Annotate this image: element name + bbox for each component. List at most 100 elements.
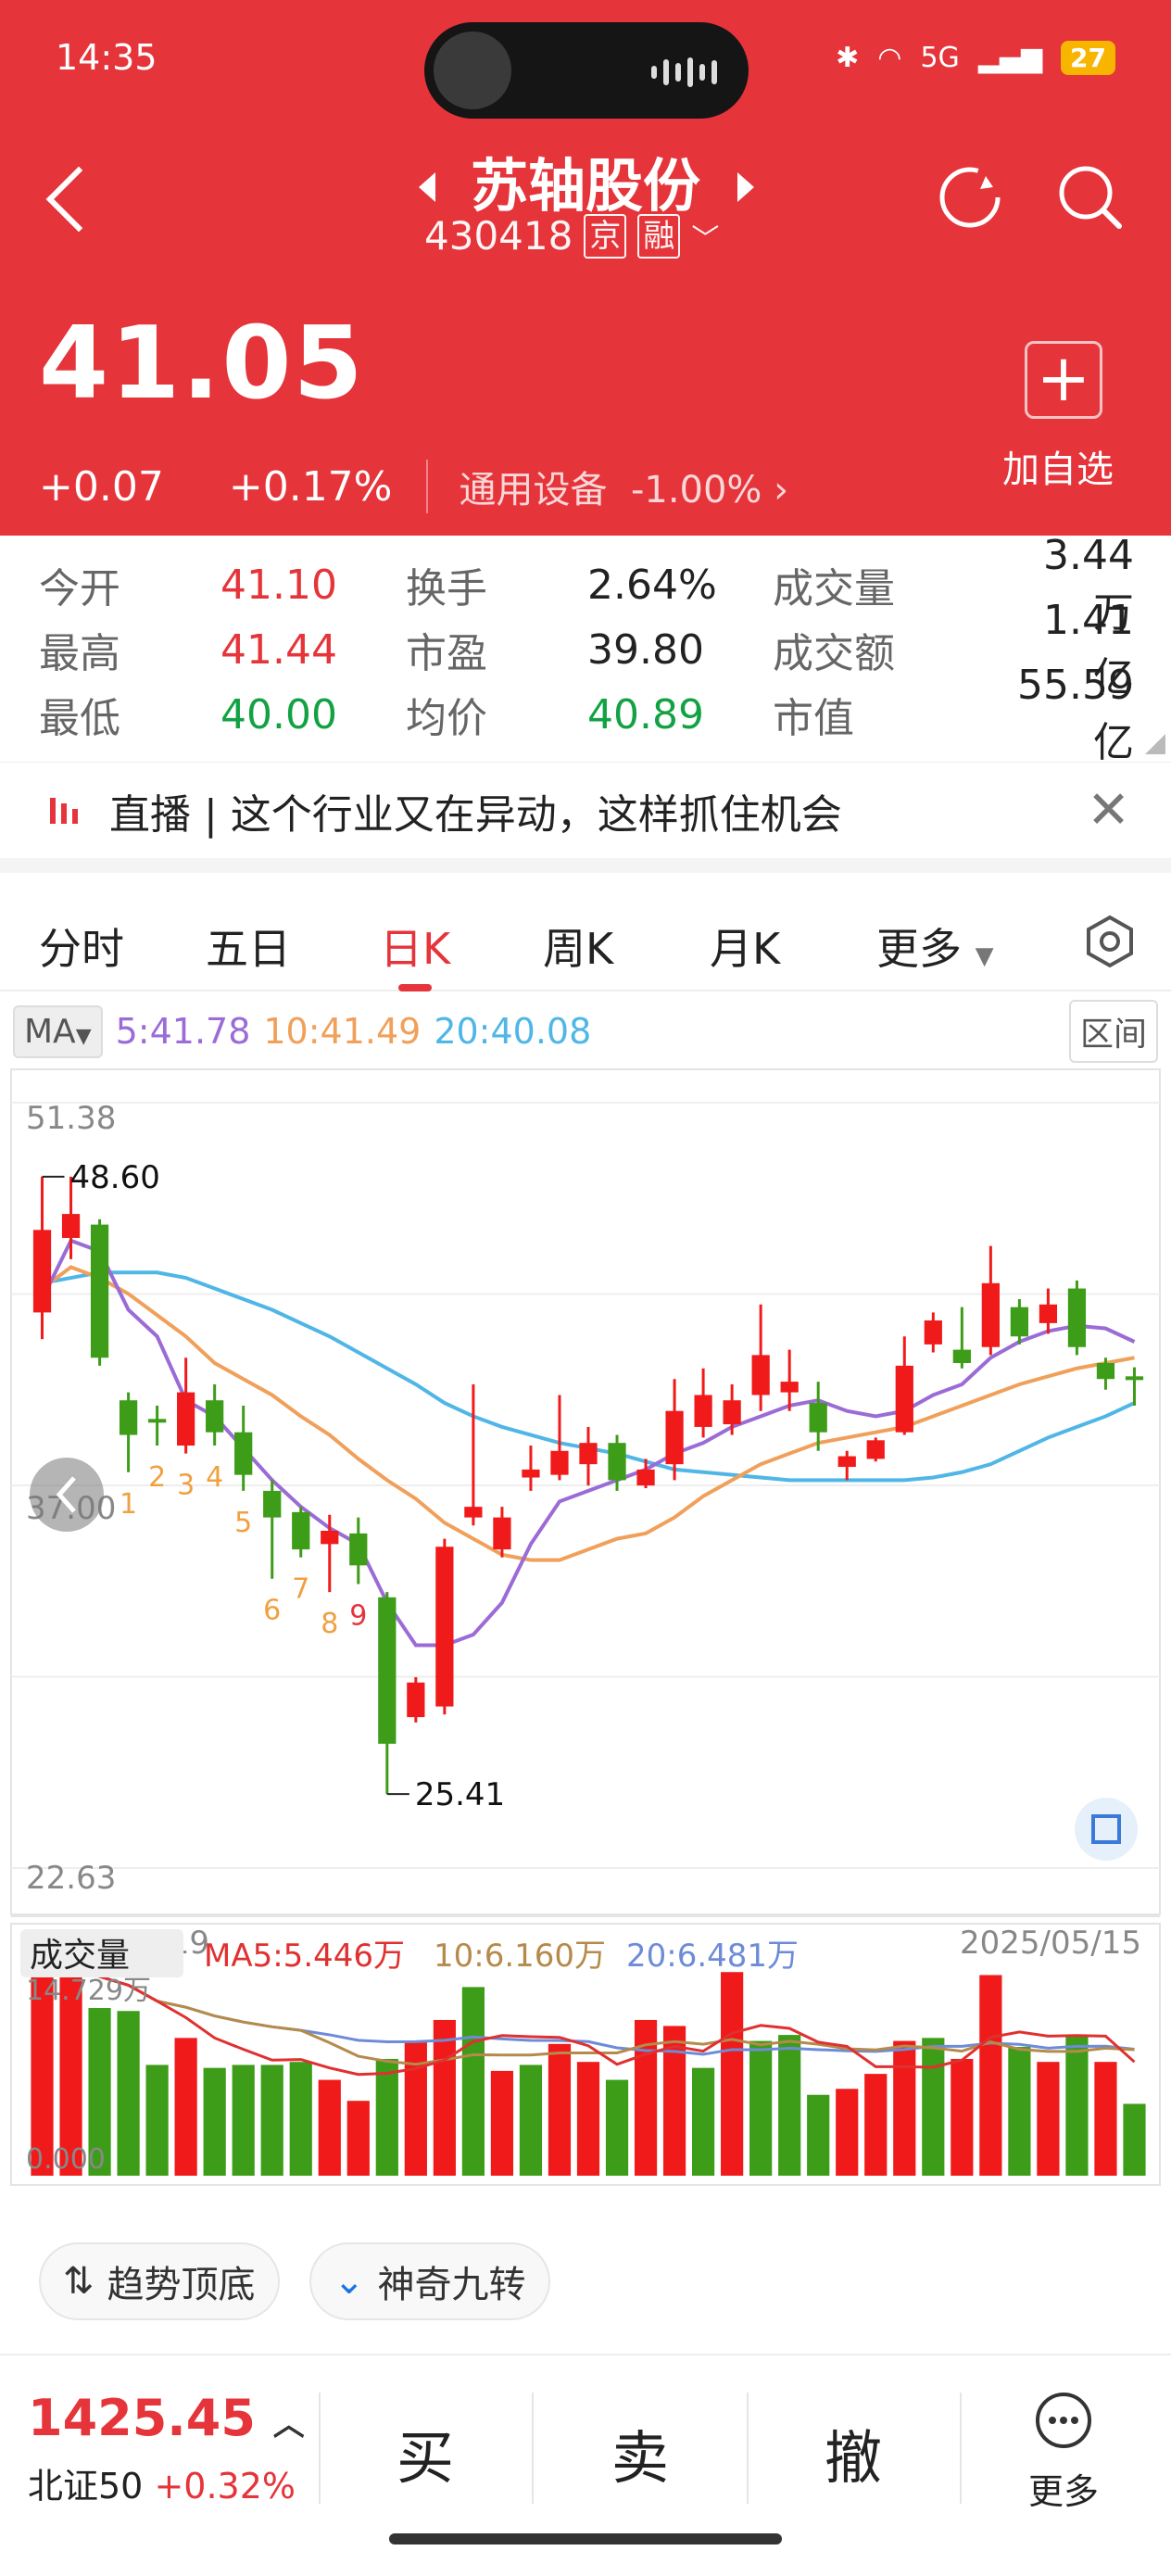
- candle-body: [177, 1392, 195, 1446]
- stock-code: 430418: [424, 213, 573, 259]
- sector-link[interactable]: 通用设备 -1.00% ›: [425, 460, 788, 513]
- volume-bar: [893, 2040, 916, 2176]
- candle-body: [751, 1355, 770, 1395]
- high-label: 48.60: [70, 1159, 160, 1196]
- volume-bar: [778, 2035, 801, 2176]
- volume-bar: [203, 2067, 226, 2176]
- candle-body: [407, 1682, 425, 1718]
- volume-bar: [375, 2058, 398, 2176]
- current-price: 41.05: [39, 306, 365, 422]
- volume-bar: [1123, 2103, 1146, 2176]
- more-label[interactable]: 更多: [1028, 2463, 1099, 2514]
- volume-bar: [979, 1975, 1002, 2176]
- tab-five-day[interactable]: 五日: [206, 915, 291, 977]
- bluetooth-icon: ✱: [836, 42, 860, 74]
- volume-bar: [318, 2079, 341, 2176]
- tab-monthly-k[interactable]: 月K: [710, 915, 780, 977]
- price-change: +0.07: [39, 462, 164, 511]
- volume-bar: [117, 2011, 140, 2176]
- price-change-row: +0.07 +0.17% 通用设备 -1.00% ›: [39, 460, 788, 513]
- quote-label: 市值: [773, 695, 854, 742]
- candle-body: [608, 1443, 626, 1481]
- more-icon[interactable]: [1034, 2391, 1093, 2450]
- fullscreen-button: [1075, 1798, 1138, 1861]
- volume-bar: [1008, 2047, 1031, 2176]
- candle-body: [349, 1533, 368, 1566]
- quote-row: 最高 41.44 市盈 39.80 成交额 1.41亿: [39, 597, 1134, 701]
- active-tab-indicator: [398, 984, 432, 991]
- index-name-row: 北证50 +0.32%: [28, 2466, 296, 2507]
- candle-body: [1010, 1307, 1029, 1337]
- status-time: 14:35: [56, 37, 157, 78]
- settings-icon[interactable]: [1082, 914, 1138, 969]
- refresh-icon[interactable]: [936, 163, 1004, 232]
- quote-value: 40.89: [587, 690, 704, 739]
- volume-bar: [922, 2038, 945, 2176]
- nine-turn-chip[interactable]: ⌄ 神奇九转: [309, 2242, 550, 2320]
- vol-max-label: 14.729万: [26, 1975, 151, 2007]
- candle-body: [579, 1443, 598, 1465]
- volume-bar: [1065, 2035, 1089, 2176]
- quote-row: 今开 41.10 换手 2.64% 成交量 3.44万: [39, 532, 1134, 637]
- stock-code-row[interactable]: 430418 京 融 ﹀: [424, 213, 719, 259]
- index-value[interactable]: 1425.45 ︿: [28, 2389, 305, 2447]
- candle-body: [206, 1400, 224, 1433]
- close-icon[interactable]: ✕: [1087, 780, 1130, 840]
- search-icon[interactable]: [1056, 163, 1125, 232]
- chart-tabs: 分时 五日 日K 周K 月K 更多 ▼: [0, 888, 1171, 991]
- banner-text: 直播 | 这个行业又在异动，这样抓住机会: [109, 790, 842, 839]
- volume-bar: [461, 1987, 485, 2176]
- tab-intraday[interactable]: 分时: [39, 915, 124, 977]
- quote-label: 最高: [39, 630, 120, 677]
- candle-body: [780, 1382, 799, 1393]
- tab-daily-k[interactable]: 日K: [380, 915, 450, 977]
- status-icons: ✱ ◠ 5G ▂▄▆ 27: [836, 41, 1115, 75]
- sell-button[interactable]: 卖: [611, 2411, 669, 2494]
- live-banner[interactable]: 直播 | 这个行业又在异动，这样抓住机会 ✕: [0, 762, 1171, 873]
- tab-more[interactable]: 更多 ▼: [876, 915, 994, 977]
- vol-ma5-value: MA5:5.446万: [204, 1938, 405, 1975]
- volume-bar: [519, 2065, 543, 2176]
- vol-min-label: 0.000: [26, 2143, 106, 2176]
- ma-selector[interactable]: MA▼: [13, 1004, 103, 1058]
- quote-label: 市盈: [406, 630, 487, 677]
- collapse-button: [30, 1458, 104, 1532]
- candle-body: [694, 1395, 712, 1427]
- nine-turn-marker: 2: [148, 1461, 166, 1494]
- add-watchlist-label[interactable]: 加自选: [1002, 439, 1114, 493]
- candle-body: [1096, 1362, 1115, 1380]
- cancel-order-button[interactable]: 撤: [825, 2411, 882, 2494]
- volume-bar: [1037, 2062, 1060, 2176]
- candle-body: [636, 1469, 655, 1486]
- wifi-icon: ◠: [877, 42, 902, 74]
- volume-bar: [145, 2065, 169, 2176]
- candle-body: [981, 1282, 1000, 1347]
- signal-bars-icon: ▂▄▆: [977, 42, 1043, 74]
- k-chart[interactable]: 51.3837.0022.632025/03/192025/05/1548.60…: [0, 1066, 1171, 2215]
- audio-wave-icon: [651, 57, 717, 87]
- candle-body: [924, 1320, 942, 1345]
- candle-body: [32, 1230, 52, 1313]
- nine-turn-marker: 8: [321, 1608, 338, 1640]
- volume-bar: [346, 2101, 370, 2176]
- media-avatar: [434, 32, 511, 109]
- trend-chip[interactable]: ⇅ 趋势顶底: [39, 2242, 280, 2320]
- quote-value: 41.10: [220, 561, 337, 609]
- ma-row: MA▼ 5:41.78 10:41.49 20:40.08 区间: [13, 999, 1158, 1064]
- volume-bar: [260, 2065, 283, 2176]
- candle-body: [1039, 1304, 1058, 1323]
- quote-label: 最低: [39, 695, 120, 742]
- nine-turn-marker: 1: [120, 1488, 137, 1521]
- add-watchlist-button[interactable]: +: [1025, 341, 1102, 419]
- candle-body: [292, 1511, 310, 1550]
- exchange-tag: 京: [584, 213, 627, 259]
- volume-bar: [548, 2043, 572, 2176]
- volume-bar: [404, 2040, 427, 2176]
- volume-bar: [807, 2094, 830, 2176]
- ma10-value: 10:41.49: [263, 1011, 422, 1052]
- low-label: 25.41: [415, 1776, 505, 1813]
- tab-weekly-k[interactable]: 周K: [543, 915, 613, 977]
- buy-button[interactable]: 买: [397, 2411, 454, 2494]
- range-button[interactable]: 区间: [1068, 1000, 1158, 1063]
- expand-corner-icon[interactable]: [1145, 734, 1165, 754]
